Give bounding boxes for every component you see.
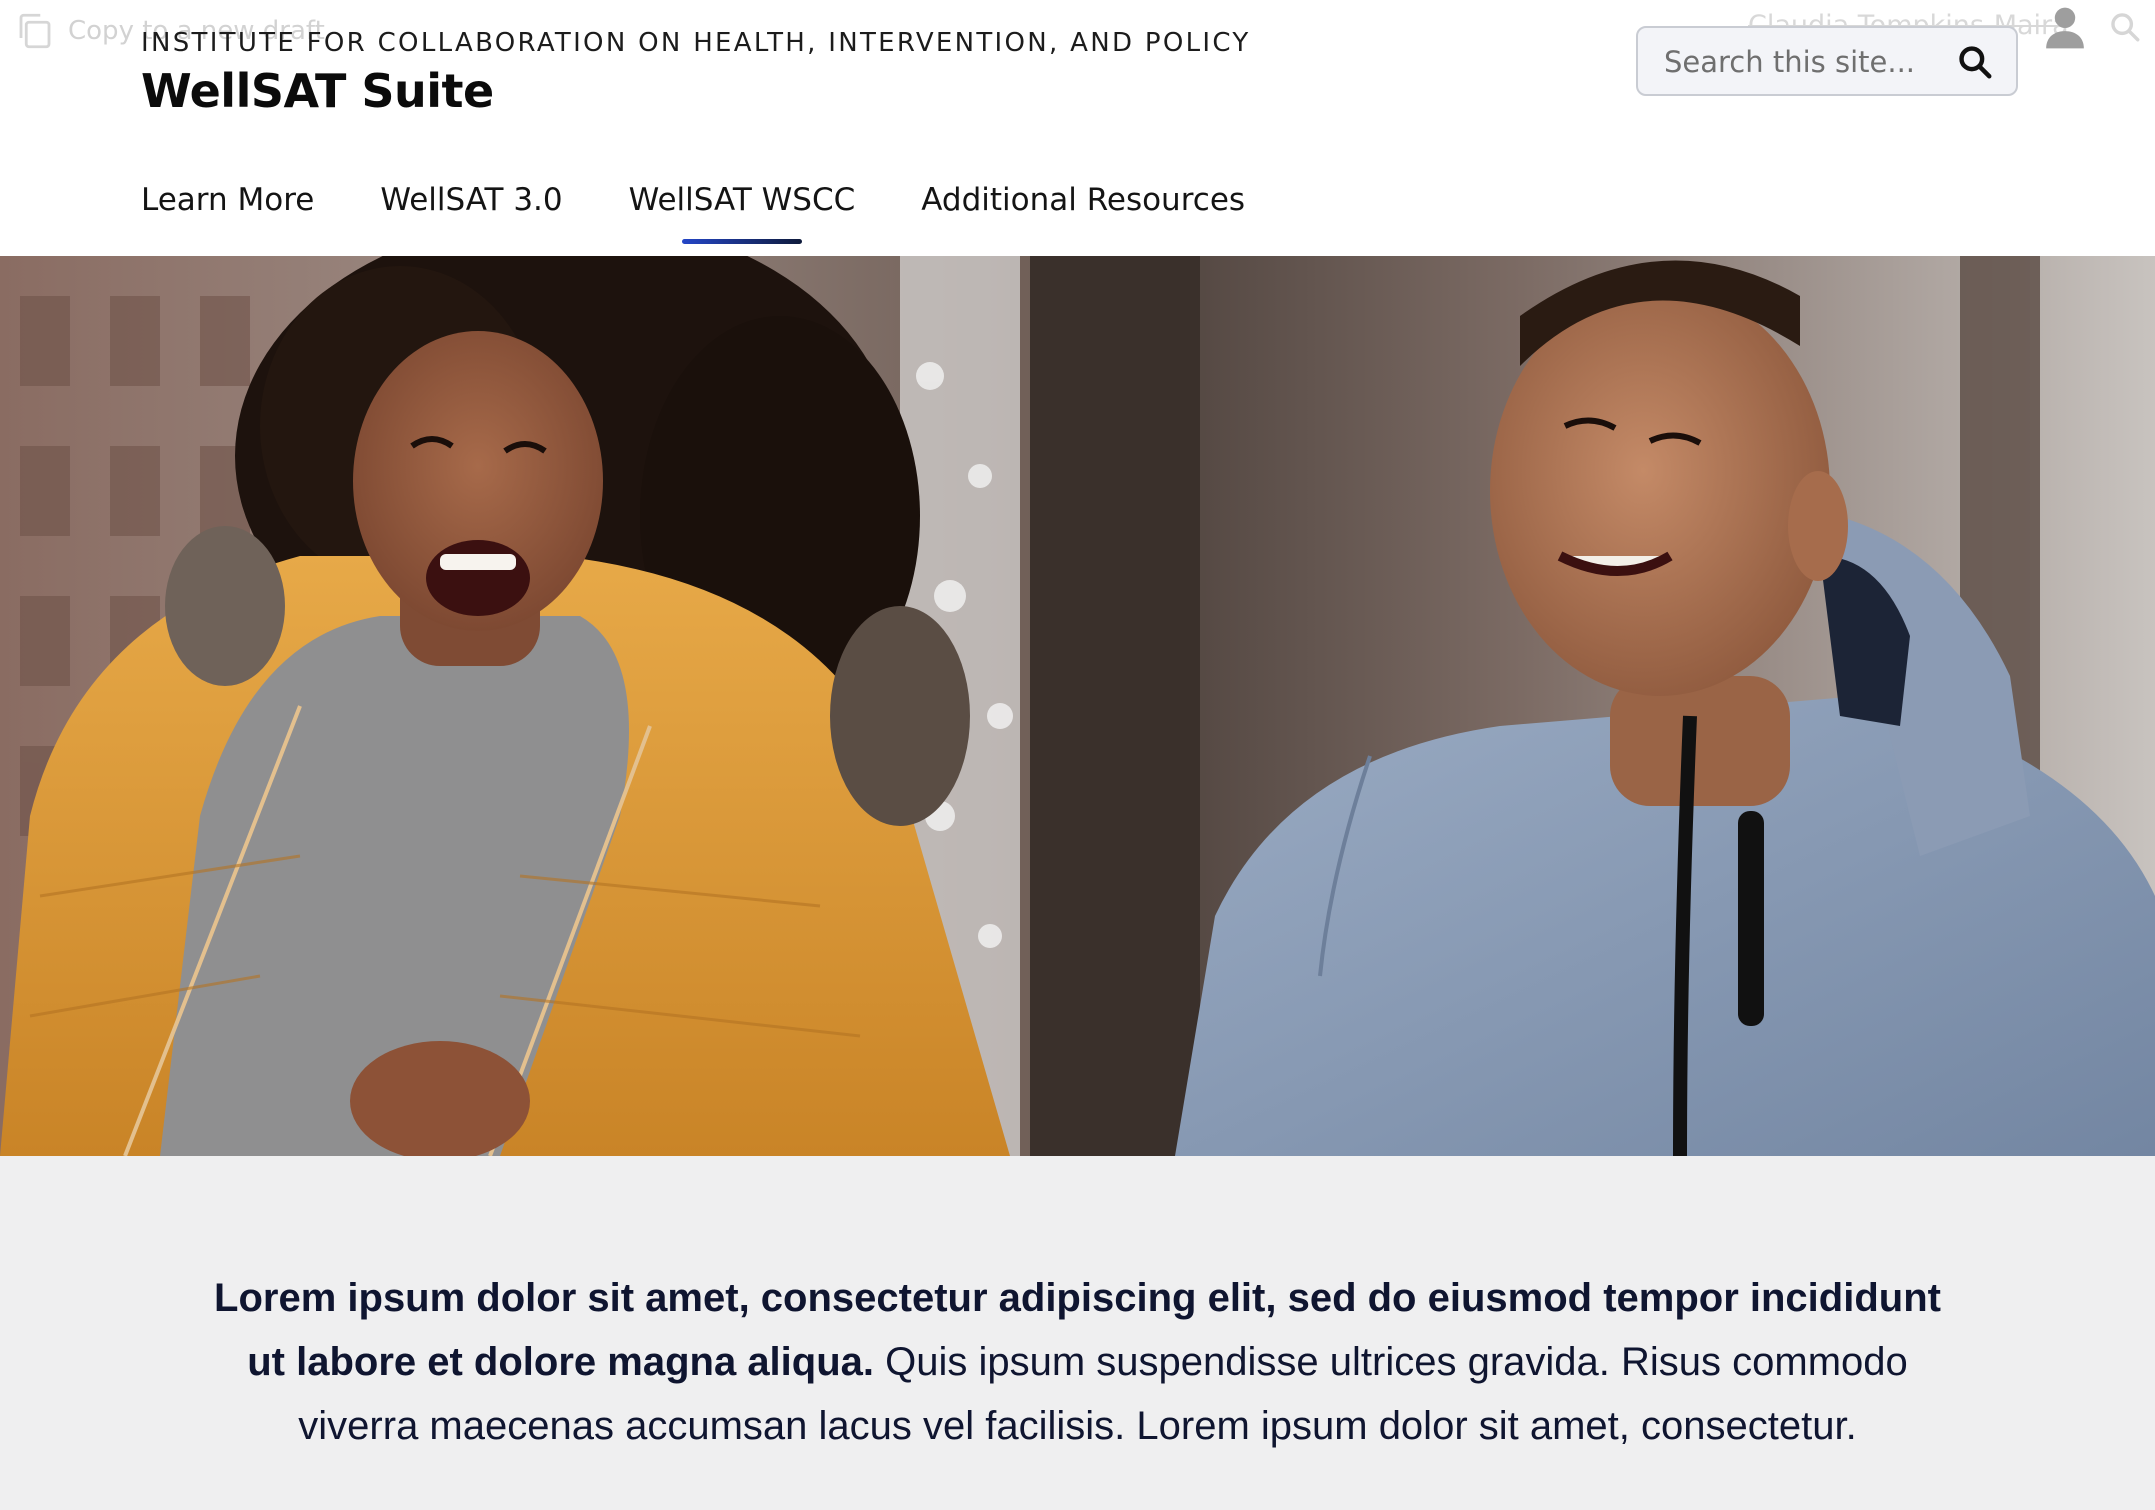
nav-item-label: Learn More xyxy=(141,182,315,218)
intro-section: Lorem ipsum dolor sit amet, consectetur … xyxy=(0,1156,2155,1510)
active-indicator xyxy=(681,239,802,244)
intro-paragraph: Lorem ipsum dolor sit amet, consectetur … xyxy=(200,1266,1955,1458)
nav-item-label: WellSAT 3.0 xyxy=(380,182,563,218)
main-nav: Learn More WellSAT 3.0 WellSAT WSCC Addi… xyxy=(141,182,1311,244)
nav-item-wellsat-wscc[interactable]: WellSAT WSCC xyxy=(628,182,856,244)
nav-item-label: Additional Resources xyxy=(921,182,1246,218)
hero-image xyxy=(0,256,2155,1156)
nav-item-label: WellSAT WSCC xyxy=(628,182,856,218)
search-box xyxy=(1636,26,2018,96)
organization-name: INSTITUTE FOR COLLABORATION ON HEALTH, I… xyxy=(141,28,1251,58)
hero-illustration xyxy=(0,256,2155,1156)
copy-icon xyxy=(19,13,51,49)
user-icon[interactable] xyxy=(2046,6,2084,50)
nav-item-wellsat-3[interactable]: WellSAT 3.0 xyxy=(380,182,562,242)
search-input[interactable] xyxy=(1662,40,1956,84)
site-title[interactable]: WellSAT Suite xyxy=(141,64,494,118)
search-icon[interactable] xyxy=(1956,43,1994,81)
site-header: Copy to a new draft INSTITUTE FOR COLLAB… xyxy=(0,0,2155,256)
nav-item-learn-more[interactable]: Learn More xyxy=(141,182,314,242)
nav-item-additional-resources[interactable]: Additional Resources xyxy=(921,182,1245,242)
ghost-search-icon xyxy=(2111,13,2140,42)
